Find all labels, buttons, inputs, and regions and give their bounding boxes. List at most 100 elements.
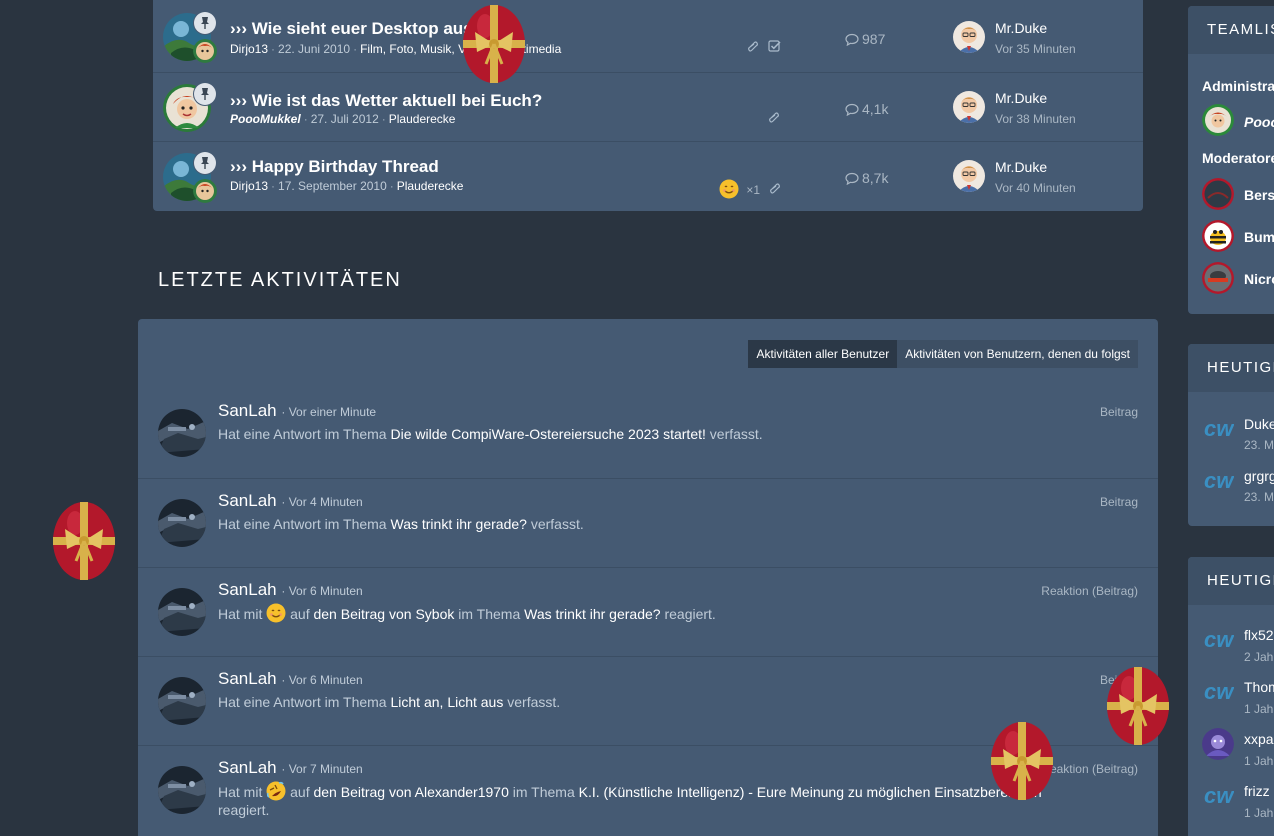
attachment-icon	[770, 183, 781, 194]
filter-followed-users[interactable]: Aktivitäten von Benutzern, denen du folg…	[897, 340, 1138, 368]
activity-username[interactable]: SanLah	[218, 401, 277, 420]
sidebar-today-item-name[interactable]: frizz	[1244, 783, 1270, 799]
activity-time[interactable]: · Vor 4 Minuten	[281, 495, 362, 509]
activity-description: Hat eine Antwort im Thema Was trinkt ihr…	[218, 514, 584, 534]
reply-count-value: 8,7k	[862, 170, 889, 186]
activity-username[interactable]: SanLah	[218, 580, 277, 599]
activity-time[interactable]: · Vor einer Minute	[281, 405, 376, 419]
svg-text:cw: cw	[1204, 416, 1234, 441]
activity-username[interactable]: SanLah	[218, 491, 277, 510]
team-member-name[interactable]: Bumblebee	[1244, 229, 1274, 245]
thread-date: 17. September 2010	[278, 179, 387, 193]
thread-title-link[interactable]: ››› Happy Birthday Thread	[230, 157, 439, 177]
last-post-time[interactable]: Vor 38 Minuten	[995, 112, 1076, 126]
thread-forum-link[interactable]: Plauderecke	[397, 179, 464, 193]
sidebar-today-item-name[interactable]: Duke	[1244, 416, 1274, 432]
activity-topic-link[interactable]: Was trinkt ihr gerade?	[391, 516, 527, 532]
thread-meta: Dirjo13 · 17. September 2010 · Plauderecke	[230, 179, 464, 193]
activity-username[interactable]: SanLah	[218, 669, 277, 688]
compiware-logo-icon: cw	[1204, 783, 1234, 808]
smile-emoji	[266, 603, 286, 623]
activity-time[interactable]: · Vor 6 Minuten	[281, 673, 362, 687]
svg-text:cw: cw	[1204, 468, 1234, 493]
thread-row[interactable]: ››› Wie ist das Wetter aktuell bei Euch?…	[153, 72, 1143, 141]
pin-icon	[193, 151, 217, 175]
team-member-avatar[interactable]	[1202, 262, 1234, 294]
thread-title-link[interactable]: ››› Wie ist das Wetter aktuell bei Euch?	[230, 91, 542, 111]
activity-text: Hat eine Antwort im Thema	[218, 694, 387, 710]
sidebar-today-title: HEUTIGE	[1188, 557, 1274, 605]
activity-user-avatar[interactable]	[158, 499, 206, 547]
attachment-icon	[769, 112, 779, 123]
activity-username[interactable]: SanLah	[218, 758, 277, 777]
activity-post-link[interactable]: den Beitrag von Sybok	[313, 606, 454, 622]
thread-row[interactable]: ››› Wie sieht euer Desktop aus? Dirjo13 ·…	[153, 0, 1143, 69]
team-member-avatar[interactable]	[1202, 220, 1234, 252]
thread-reply-count: 8,7k	[845, 170, 888, 186]
user-avatar[interactable]	[1202, 728, 1234, 760]
sidebar-today-item-name[interactable]: grgrg	[1244, 468, 1274, 484]
easter-egg[interactable]	[1105, 664, 1171, 746]
svg-text:cw: cw	[1204, 627, 1234, 652]
filter-all-users[interactable]: Aktivitäten aller Benutzer	[748, 340, 898, 368]
easter-egg[interactable]	[51, 499, 117, 581]
last-poster-name[interactable]: Mr.Duke	[995, 90, 1047, 106]
last-poster-avatar[interactable]	[953, 21, 985, 53]
svg-text:cw: cw	[1204, 783, 1234, 808]
activity-text: verfasst.	[709, 426, 763, 442]
last-post-time[interactable]: Vor 35 Minuten	[995, 42, 1076, 56]
sidebar-today-item-name[interactable]: Thom	[1244, 679, 1274, 695]
last-post-time[interactable]: Vor 40 Minuten	[995, 181, 1076, 195]
last-poster-name[interactable]: Mr.Duke	[995, 20, 1047, 36]
activity-user-avatar[interactable]	[158, 409, 206, 457]
last-poster-avatar[interactable]	[953, 160, 985, 192]
team-member-name[interactable]: PoooMukkel	[1244, 114, 1274, 130]
comment-icon	[845, 172, 859, 186]
thread-author-link[interactable]: PoooMukkel	[230, 112, 301, 126]
activity-type: Beitrag	[1099, 495, 1138, 509]
compiware-logo-icon: cw	[1204, 679, 1234, 704]
smile-emoji	[719, 179, 739, 199]
check-icon	[768, 40, 781, 52]
thread-forum-link[interactable]: Plauderecke	[389, 112, 456, 126]
sidebar-today-item-time: 23. M	[1244, 490, 1274, 504]
thread-author-link[interactable]: Dirjo13	[230, 42, 268, 56]
team-member-avatar[interactable]	[1202, 178, 1234, 210]
thread-row[interactable]: ››› Happy Birthday Thread Dirjo13 · 17. Se…	[153, 141, 1143, 210]
activity-post-link[interactable]: den Beitrag von Alexander1970	[313, 784, 508, 800]
activity-text: auf	[290, 784, 310, 800]
team-member-avatar[interactable]	[1202, 104, 1234, 136]
activity-user-avatar[interactable]	[158, 588, 206, 636]
activity-user-avatar[interactable]	[158, 766, 206, 814]
team-member-name[interactable]: Berserker	[1244, 187, 1274, 203]
thread-title-link[interactable]: ››› Wie sieht euer Desktop aus?	[230, 19, 483, 39]
pin-icon	[193, 11, 217, 35]
sidebar-today-item-time: 23. M	[1244, 438, 1274, 452]
activity-topic-link[interactable]: Was trinkt ihr gerade?	[524, 606, 660, 622]
last-poster-avatar[interactable]	[953, 91, 985, 123]
activity-topic-link[interactable]: Licht an, Licht aus	[391, 694, 504, 710]
thread-author-link[interactable]: Dirjo13	[230, 179, 268, 193]
activity-text: Hat eine Antwort im Thema	[218, 426, 387, 442]
svg-text:cw: cw	[1204, 679, 1234, 704]
thread-date: 22. Juni 2010	[278, 42, 351, 56]
activity-user-avatar[interactable]	[158, 677, 206, 725]
sidebar-today-item-name[interactable]: flx52	[1244, 627, 1274, 643]
activity-topic-link[interactable]: K.I. (Künstliche Intelligenz) - Eure Mei…	[579, 784, 1042, 800]
sidebar-team-title: TEAMLISTE	[1188, 6, 1274, 54]
last-poster-name[interactable]: Mr.Duke	[995, 159, 1047, 175]
activity-topic-link[interactable]: Die wilde CompiWare-Ostereiersuche 2023 …	[391, 426, 706, 442]
reaction-count[interactable]: ×1	[746, 183, 760, 197]
activity-item: SanLah · Vor 4 Minuten Hat eine Antwort …	[138, 478, 1158, 567]
activity-time[interactable]: · Vor 6 Minuten	[281, 584, 362, 598]
compiware-logo-icon: cw	[1204, 416, 1234, 441]
activity-type: Beitrag	[1099, 405, 1138, 419]
section-title: LETZTE AKTIVITÄTEN	[158, 269, 402, 291]
sidebar-today-item-time: 1 Jah	[1244, 806, 1274, 820]
sidebar-today-item-name[interactable]: xxpa	[1244, 731, 1274, 747]
team-member-name[interactable]: Nicron	[1244, 271, 1274, 287]
easter-egg[interactable]	[989, 719, 1055, 801]
easter-egg[interactable]	[461, 2, 527, 84]
activity-time[interactable]: · Vor 7 Minuten	[281, 762, 362, 776]
comment-icon	[845, 33, 859, 47]
